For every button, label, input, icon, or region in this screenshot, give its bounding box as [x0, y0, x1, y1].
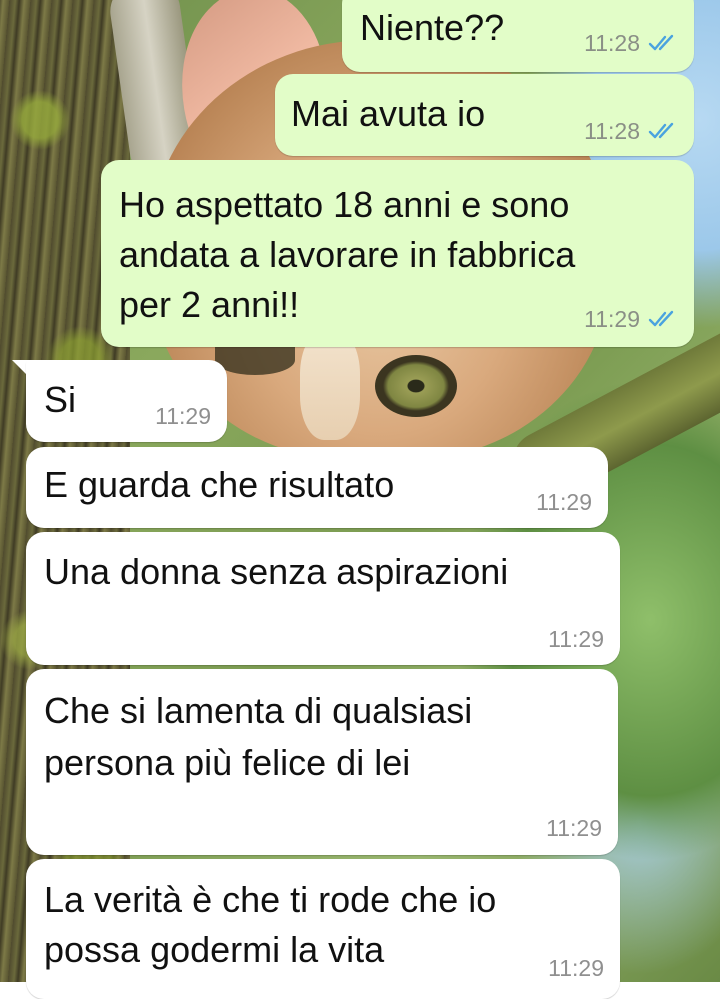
message-meta: 11:29	[584, 306, 678, 332]
message-meta: 11:29	[546, 815, 602, 841]
double-check-read-icon	[648, 34, 674, 51]
double-check-read-icon	[648, 310, 674, 327]
message-meta: 11:29	[536, 489, 592, 515]
message-time: 11:29	[536, 489, 592, 515]
message-text: Ho aspettato 18 anni e sono andata a lav…	[119, 184, 576, 325]
message-bubble-incoming[interactable]: Che si lamenta di qualsiasi persona più …	[26, 669, 618, 855]
message-bubble-incoming[interactable]: Si 11:29	[26, 360, 227, 442]
message-bubble-outgoing[interactable]: Mai avuta io 11:28	[275, 74, 694, 156]
message-meta: 11:28	[584, 30, 678, 56]
message-meta: 11:29	[548, 626, 604, 652]
message-text: Che si lamenta di qualsiasi persona più …	[44, 690, 473, 783]
message-text: Niente??	[360, 7, 505, 48]
message-time: 11:29	[584, 306, 640, 332]
double-check-read-icon	[648, 122, 674, 139]
message-meta: 11:28	[584, 118, 678, 144]
message-time: 11:29	[155, 403, 211, 429]
message-time: 11:28	[584, 118, 640, 144]
message-text: Una donna senza aspirazioni	[44, 551, 509, 592]
message-text: E guarda che risultato	[44, 464, 395, 505]
message-time: 11:29	[548, 626, 604, 652]
message-meta: 11:29	[155, 403, 211, 429]
message-bubble-outgoing[interactable]: Ho aspettato 18 anni e sono andata a lav…	[101, 160, 694, 347]
message-time: 11:29	[546, 815, 602, 841]
message-list[interactable]: Niente?? 11:28 Mai avuta io 11:28 Ho asp…	[0, 0, 720, 999]
message-time: 11:29	[548, 955, 604, 981]
message-bubble-outgoing[interactable]: Niente?? 11:28	[342, 0, 694, 72]
message-text: La verità è che ti rode che io possa god…	[44, 879, 497, 970]
message-meta: 11:29	[548, 955, 604, 981]
message-text: Si	[44, 379, 77, 420]
message-time: 11:28	[584, 30, 640, 56]
message-bubble-incoming[interactable]: E guarda che risultato 11:29	[26, 447, 608, 528]
message-text: Mai avuta io	[291, 93, 486, 134]
message-bubble-incoming[interactable]: Una donna senza aspirazioni 11:29	[26, 532, 620, 665]
message-bubble-incoming[interactable]: La verità è che ti rode che io possa god…	[26, 859, 620, 999]
